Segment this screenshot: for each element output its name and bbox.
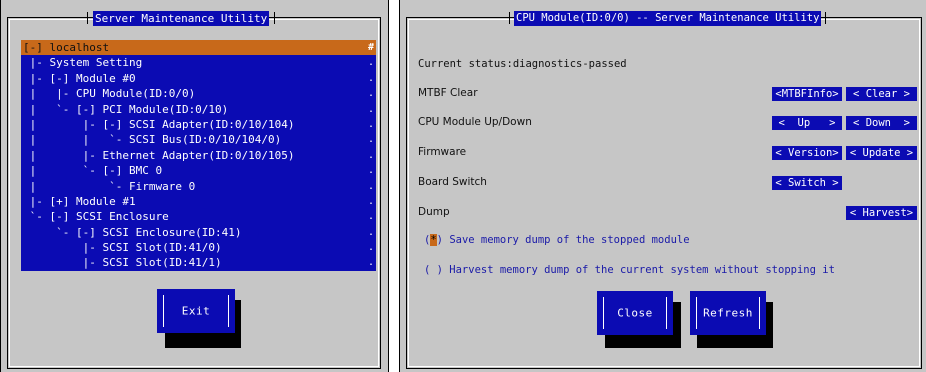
tree-window: Server Maintenance Utility [-] localhost… (0, 0, 389, 372)
tree-item[interactable]: [-] localhost # (21, 40, 376, 56)
tree-item-label: | | `- SCSI Bus(ID:0/10/104/0) (23, 133, 282, 147)
tree-window-title: Server Maintenance Utility (93, 10, 270, 26)
tree-item[interactable]: |- SCSI Slot(ID:41/1). (21, 255, 376, 270)
tree-item-marker: . (367, 180, 374, 192)
tree-item[interactable]: |- System Setting. (21, 55, 376, 70)
tree-item-label: | `- [-] BMC 0 (23, 164, 163, 178)
module-tree[interactable]: [-] localhost # |- System Setting. |- [-]… (21, 40, 376, 271)
tree-item[interactable]: | |- CPU Module(ID:0/0). (21, 86, 376, 101)
tree-item-marker: . (367, 149, 374, 161)
tree-item[interactable]: | |- Ethernet Adapter(ID:0/10/105). (21, 148, 376, 163)
tree-item-marker: . (367, 165, 374, 177)
tree-item[interactable]: | `- Firmware 0. (21, 179, 376, 194)
title-rule-left (9, 17, 86, 18)
tree-item-label: |- [-] Module #0 (23, 71, 136, 85)
tree-item[interactable]: | `- [-] BMC 0. (21, 163, 376, 178)
tree-item-label: |- System Setting (23, 56, 143, 70)
tree-item-label: `- [-] SCSI Enclosure (23, 210, 169, 224)
mtbf-clear-label: MTBF Clear (418, 87, 478, 99)
tree-window-titlebar: Server Maintenance Utility (87, 10, 276, 26)
tree-item[interactable]: |- [+] Module #1. (21, 194, 376, 209)
switch-button[interactable]: < Switch > (772, 176, 842, 190)
tree-item[interactable]: `- [-] SCSI Enclosure. (21, 209, 376, 224)
tree-item-label: | `- [-] PCI Module(ID:0/10) (23, 102, 229, 116)
cpu-window-title: CPU Module(ID:0/0) -- Server Maintenance… (514, 10, 822, 26)
tree-item-label: `- [-] SCSI Enclosure(ID:41) (23, 225, 242, 239)
tree-item-marker: . (367, 57, 374, 69)
title-bracket-right (274, 12, 276, 24)
radio-save-dump-label: Save memory dump of the stopped module (449, 234, 690, 246)
radio-harvest-dump[interactable]: ( ) Harvest memory dump of the current s… (424, 264, 835, 276)
cpu-module-window: CPU Module(ID:0/0) -- Server Maintenance… (399, 0, 926, 372)
up-button[interactable]: < Up > (772, 116, 842, 130)
update-button[interactable]: < Update > (846, 146, 917, 160)
harvest-button[interactable]: < Harvest> (846, 206, 917, 220)
firmware-label: Firmware (418, 146, 467, 158)
title-rule-right (301, 17, 379, 18)
tree-item[interactable]: |- SCSI Slot(ID:41/0). (21, 240, 376, 255)
cpu-window-titlebar: CPU Module(ID:0/0) -- Server Maintenance… (509, 10, 827, 26)
title-bracket-left (509, 12, 510, 24)
title-bracket-left (87, 12, 88, 24)
tree-item-marker: . (367, 242, 374, 254)
tree-item-label: [-] localhost (23, 41, 110, 54)
radio-save-dump-mark: * (430, 234, 437, 246)
radio-save-dump[interactable]: (*) Save memory dump of the stopped modu… (424, 234, 690, 246)
title-rule-left (408, 17, 508, 18)
tree-item-marker: . (367, 195, 374, 207)
tree-item-marker: . (367, 88, 374, 100)
cpu-module-updown-label: CPU Module Up/Down (418, 116, 532, 128)
tree-item-label: |- SCSI Slot(ID:41/0) (23, 241, 222, 255)
tree-item-marker: . (367, 134, 374, 146)
title-rule-right (852, 17, 920, 18)
tree-item-label: |- SCSI Slot(ID:41/1) (23, 256, 222, 270)
refresh-button-label: Refresh (703, 306, 753, 320)
tree-item[interactable]: | |- [-] SCSI Adapter(ID:0/10/104). (21, 117, 376, 132)
tree-item-label: |- [+] Module #1 (23, 194, 136, 208)
exit-button-label: Exit (181, 304, 211, 318)
tree-item[interactable]: | `- [-] PCI Module(ID:0/10). (21, 102, 376, 117)
close-button[interactable]: Close (597, 291, 673, 335)
mtbf-clear-button[interactable]: < Clear > (846, 87, 917, 101)
tree-item-label: | |- Ethernet Adapter(ID:0/10/105) (23, 148, 295, 162)
tree-item-marker: # (367, 42, 374, 53)
title-bracket-right (825, 12, 827, 24)
tree-item[interactable]: | | `- SCSI Bus(ID:0/10/104/0). (21, 132, 376, 147)
tree-item-marker: . (367, 103, 374, 115)
current-status: Current status:diagnostics-passed (418, 58, 627, 70)
tree-item-marker: . (367, 226, 374, 238)
tree-item-marker: . (367, 211, 374, 223)
tree-item-label: | |- [-] SCSI Adapter(ID:0/10/104) (23, 117, 295, 131)
tree-item[interactable]: `- [-] SCSI Enclosure(ID:41). (21, 225, 376, 240)
tree-item[interactable]: |- [-] Module #0. (21, 71, 376, 86)
tree-item-marker: . (367, 257, 374, 269)
version-button[interactable]: < Version> (772, 146, 842, 160)
mtbf-info-button[interactable]: <MTBFInfo> (772, 87, 842, 101)
tree-item-label: | |- CPU Module(ID:0/0) (23, 87, 196, 101)
exit-button[interactable]: Exit (157, 289, 235, 333)
close-button-label: Close (617, 306, 653, 320)
board-switch-label: Board Switch (418, 176, 487, 188)
dump-label: Dump (418, 206, 450, 218)
tree-item-marker: . (367, 118, 374, 130)
tree-item-label: | `- Firmware 0 (23, 179, 196, 193)
down-button[interactable]: < Down > (846, 116, 917, 130)
tree-item-marker: . (367, 72, 374, 84)
refresh-button[interactable]: Refresh (690, 291, 766, 335)
